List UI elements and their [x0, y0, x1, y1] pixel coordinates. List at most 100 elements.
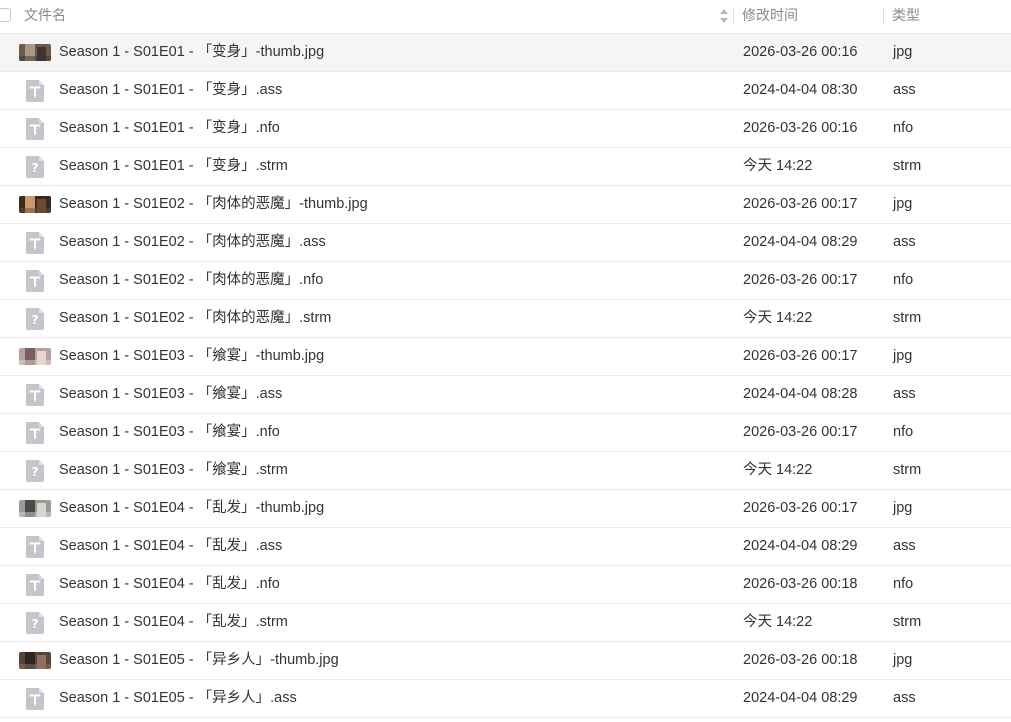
file-name[interactable]: Season 1 - S01E04 - 「乱发」.nfo — [59, 566, 280, 603]
table-row[interactable]: Season 1 - S01E03 - 「飨宴」-thumb.jpg 2026-0… — [0, 338, 1011, 376]
file-modified-time: 今天 14:22 — [743, 462, 813, 478]
column-header-modified[interactable]: 修改时间 — [742, 0, 798, 33]
table-row[interactable]: Season 1 - S01E04 - 「乱发」-thumb.jpg 2026-0… — [0, 490, 1011, 528]
file-type: strm — [893, 310, 922, 326]
image-thumbnail-icon — [19, 652, 51, 669]
unknown-file-icon: ? — [26, 156, 44, 178]
text-file-icon — [26, 574, 44, 596]
file-name[interactable]: Season 1 - S01E04 - 「乱发」-thumb.jpg — [59, 490, 324, 527]
file-modified-time: 2024-04-04 08:29 — [743, 234, 858, 250]
column-header-name[interactable]: 文件名 — [24, 0, 66, 33]
text-file-icon — [26, 688, 44, 710]
file-modified-time: 2026-03-26 00:16 — [743, 120, 858, 136]
file-modified-time: 2026-03-26 00:17 — [743, 348, 858, 364]
file-modified-time: 今天 14:22 — [743, 614, 813, 630]
table-row[interactable]: Season 1 - S01E02 - 「肉体的恶魔」-thumb.jpg 202… — [0, 186, 1011, 224]
file-name[interactable]: Season 1 - S01E04 - 「乱发」.strm — [59, 604, 288, 641]
file-name[interactable]: Season 1 - S01E01 - 「变身」.strm — [59, 148, 288, 185]
file-name[interactable]: Season 1 - S01E02 - 「肉体的恶魔」.ass — [59, 224, 326, 261]
file-name[interactable]: Season 1 - S01E03 - 「飨宴」.nfo — [59, 414, 280, 451]
file-modified-time: 2026-03-26 00:17 — [743, 272, 858, 288]
column-divider[interactable] — [883, 7, 884, 25]
file-name[interactable]: Season 1 - S01E04 - 「乱发」.ass — [59, 528, 282, 565]
file-modified-time: 2026-03-26 00:17 — [743, 424, 858, 440]
file-name[interactable]: Season 1 - S01E05 - 「异乡人」.ass — [59, 680, 297, 717]
file-type: jpg — [893, 500, 913, 516]
text-file-icon — [26, 80, 44, 102]
file-modified-time: 2024-04-04 08:29 — [743, 538, 858, 554]
table-row[interactable]: Season 1 - S01E04 - 「乱发」.ass 2024-04-04 0… — [0, 528, 1011, 566]
file-type: ass — [893, 82, 916, 98]
table-row[interactable]: Season 1 - S01E01 - 「变身」-thumb.jpg 2026-0… — [0, 34, 1011, 72]
file-type: ass — [893, 690, 916, 706]
file-type: jpg — [893, 196, 913, 212]
file-type: strm — [893, 614, 922, 630]
file-modified-time: 今天 14:22 — [743, 158, 813, 174]
table-row[interactable]: ? Season 1 - S01E02 - 「肉体的恶魔」.strm 今天 14:2… — [0, 300, 1011, 338]
file-modified-time: 2024-04-04 08:29 — [743, 690, 858, 706]
table-row[interactable]: Season 1 - S01E01 - 「变身」.nfo 2026-03-26 0… — [0, 110, 1011, 148]
column-header-type[interactable]: 类型 — [892, 0, 920, 33]
file-modified-time: 2026-03-26 00:17 — [743, 500, 858, 516]
table-row[interactable]: Season 1 - S01E04 - 「乱发」.nfo 2026-03-26 0… — [0, 566, 1011, 604]
image-thumbnail-icon — [19, 348, 51, 365]
file-modified-time: 2026-03-26 00:16 — [743, 44, 858, 60]
svg-text:?: ? — [32, 161, 39, 175]
file-modified-time: 2026-03-26 00:18 — [743, 652, 858, 668]
sort-arrows-icon[interactable] — [719, 7, 729, 25]
file-name[interactable]: Season 1 - S01E02 - 「肉体的恶魔」-thumb.jpg — [59, 186, 368, 223]
file-type: nfo — [893, 272, 914, 288]
table-row[interactable]: ? Season 1 - S01E03 - 「飨宴」.strm 今天 14:22 st… — [0, 452, 1011, 490]
text-file-icon — [26, 270, 44, 292]
file-modified-time: 今天 14:22 — [743, 310, 813, 326]
unknown-file-icon: ? — [26, 460, 44, 482]
table-row[interactable]: Season 1 - S01E05 - 「异乡人」.ass 2024-04-04 … — [0, 680, 1011, 718]
file-type: nfo — [893, 576, 914, 592]
svg-text:?: ? — [32, 313, 39, 327]
file-name[interactable]: Season 1 - S01E02 - 「肉体的恶魔」.nfo — [59, 262, 323, 299]
file-type: ass — [893, 538, 916, 554]
file-name[interactable]: Season 1 - S01E01 - 「变身」.ass — [59, 72, 282, 109]
svg-text:?: ? — [32, 617, 39, 631]
file-rows: Season 1 - S01E01 - 「变身」-thumb.jpg 2026-0… — [0, 34, 1011, 718]
table-row[interactable]: Season 1 - S01E03 - 「飨宴」.nfo 2026-03-26 0… — [0, 414, 1011, 452]
table-header: 文件名 修改时间 类型 — [0, 0, 1011, 34]
table-row[interactable]: Season 1 - S01E01 - 「变身」.ass 2024-04-04 0… — [0, 72, 1011, 110]
file-name[interactable]: Season 1 - S01E02 - 「肉体的恶魔」.strm — [59, 300, 331, 337]
table-row[interactable]: Season 1 - S01E05 - 「异乡人」-thumb.jpg 2026-… — [0, 642, 1011, 680]
table-row[interactable]: ? Season 1 - S01E04 - 「乱发」.strm 今天 14:22 st… — [0, 604, 1011, 642]
image-thumbnail-icon — [19, 196, 51, 213]
image-thumbnail-icon — [19, 44, 51, 61]
file-modified-time: 2024-04-04 08:30 — [743, 82, 858, 98]
select-all-checkbox[interactable] — [0, 8, 11, 22]
file-name[interactable]: Season 1 - S01E01 - 「变身」-thumb.jpg — [59, 34, 324, 71]
text-file-icon — [26, 536, 44, 558]
file-type: jpg — [893, 348, 913, 364]
text-file-icon — [26, 118, 44, 140]
file-name[interactable]: Season 1 - S01E03 - 「飨宴」.strm — [59, 452, 288, 489]
file-modified-time: 2024-04-04 08:28 — [743, 386, 858, 402]
file-type: jpg — [893, 44, 913, 60]
file-name[interactable]: Season 1 - S01E03 - 「飨宴」-thumb.jpg — [59, 338, 324, 375]
unknown-file-icon: ? — [26, 308, 44, 330]
file-type: ass — [893, 386, 916, 402]
file-list-table: 文件名 修改时间 类型 Season 1 - S01E01 - 「变身」-thu… — [0, 0, 1011, 722]
file-type: nfo — [893, 424, 914, 440]
file-type: ass — [893, 234, 916, 250]
svg-text:?: ? — [32, 465, 39, 479]
file-type: nfo — [893, 120, 914, 136]
file-modified-time: 2026-03-26 00:18 — [743, 576, 858, 592]
file-modified-time: 2026-03-26 00:17 — [743, 196, 858, 212]
table-row[interactable]: ? Season 1 - S01E01 - 「变身」.strm 今天 14:22 st… — [0, 148, 1011, 186]
table-row[interactable]: Season 1 - S01E02 - 「肉体的恶魔」.ass 2024-04-0… — [0, 224, 1011, 262]
text-file-icon — [26, 422, 44, 444]
text-file-icon — [26, 384, 44, 406]
file-type: strm — [893, 158, 922, 174]
table-row[interactable]: Season 1 - S01E02 - 「肉体的恶魔」.nfo 2026-03-2… — [0, 262, 1011, 300]
unknown-file-icon: ? — [26, 612, 44, 634]
file-name[interactable]: Season 1 - S01E01 - 「变身」.nfo — [59, 110, 280, 147]
table-row[interactable]: Season 1 - S01E03 - 「飨宴」.ass 2024-04-04 0… — [0, 376, 1011, 414]
file-name[interactable]: Season 1 - S01E05 - 「异乡人」-thumb.jpg — [59, 642, 339, 679]
column-divider[interactable] — [733, 7, 734, 25]
file-name[interactable]: Season 1 - S01E03 - 「飨宴」.ass — [59, 376, 282, 413]
